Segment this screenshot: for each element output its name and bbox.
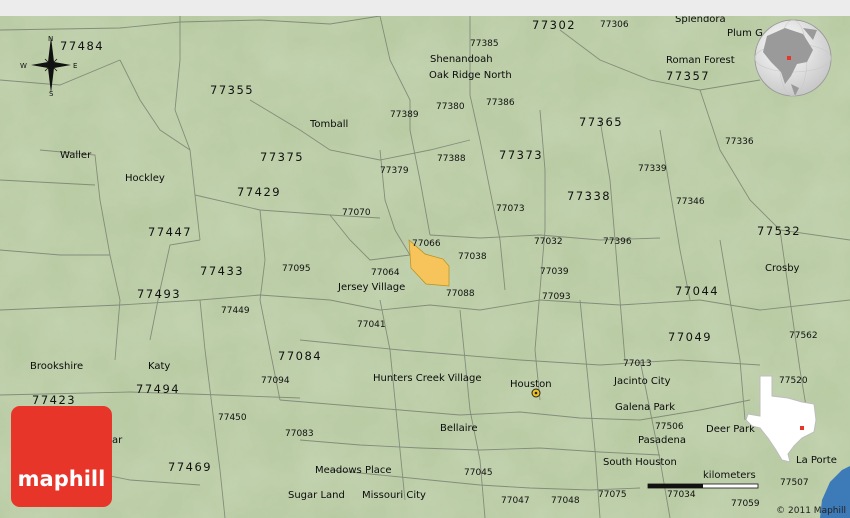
texas-location-marker — [800, 426, 804, 430]
city-label: Bellaire — [440, 423, 478, 434]
zip-label: 77088 — [446, 289, 475, 299]
city-marker-houston — [531, 388, 541, 398]
zip-label: 77520 — [779, 376, 808, 386]
compass-e: E — [73, 62, 77, 70]
zip-label: 77075 — [598, 490, 627, 500]
zip-label: 77066 — [412, 239, 441, 249]
city-label: Waller — [60, 150, 92, 161]
zip-label: 77433 — [200, 264, 244, 278]
zip-label: 77336 — [725, 137, 754, 147]
city-label: Jersey Village — [337, 282, 405, 293]
zip-label: 77302 — [532, 18, 576, 32]
zip-label: 77388 — [437, 154, 466, 164]
zip-label: 77045 — [464, 468, 493, 478]
city-label: Missouri City — [362, 490, 426, 501]
zip-label: 77339 — [638, 164, 667, 174]
zip-label: 77450 — [218, 413, 247, 423]
zip-label: 77048 — [551, 496, 580, 506]
zip-label: 77494 — [136, 382, 180, 396]
city-label: Brookshire — [30, 361, 83, 372]
zip-label: 77385 — [470, 39, 499, 49]
zip-label: 77059 — [731, 499, 760, 509]
city-label: Jacinto City — [613, 376, 671, 387]
zip-label: 77484 — [60, 39, 104, 53]
city-label: La Porte — [796, 455, 837, 466]
city-label: Pasadena — [638, 435, 686, 446]
city-label: Galena Park — [615, 402, 675, 413]
zip-label: 77532 — [757, 224, 801, 238]
zip-label: 77034 — [667, 490, 696, 500]
city-label: ar — [112, 435, 123, 446]
zip-label: 77429 — [237, 185, 281, 199]
zip-label: 77396 — [603, 237, 632, 247]
maphill-logo[interactable]: maphill — [11, 406, 112, 507]
zip-label: 77365 — [579, 115, 623, 129]
zip-label: 77049 — [668, 330, 712, 344]
zip-label: 77093 — [542, 292, 571, 302]
city-label: Shenandoah — [430, 54, 493, 65]
zip-label: 77493 — [137, 287, 181, 301]
zip-label: 77562 — [789, 331, 818, 341]
zip-label: 77032 — [534, 237, 563, 247]
zip-label: 77389 — [390, 110, 419, 120]
globe-inset — [754, 19, 832, 97]
city-label: Sugar Land — [288, 490, 345, 501]
zip-label: 77469 — [168, 460, 212, 474]
city-label: Houston — [510, 379, 552, 390]
city-label: Meadows Place — [315, 465, 392, 476]
city-label: Tomball — [309, 119, 348, 130]
city-label: Katy — [148, 361, 170, 372]
city-label: Deer Park — [706, 424, 755, 435]
zip-label: 77346 — [676, 197, 705, 207]
zip-label: 77094 — [261, 376, 290, 386]
zip-label: 77013 — [623, 359, 652, 369]
zip-label: 77047 — [501, 496, 530, 506]
top-strip — [0, 0, 850, 16]
zip-label: 77373 — [499, 148, 543, 162]
logo-text: maphill — [17, 467, 106, 491]
scale-bar — [647, 483, 759, 489]
city-label: Hockley — [125, 173, 165, 184]
zip-label: 77423 — [32, 393, 76, 407]
zip-label: 77044 — [675, 284, 719, 298]
zip-label: 77041 — [357, 320, 386, 330]
zip-label: 77038 — [458, 252, 487, 262]
zip-label: 77357 — [666, 69, 710, 83]
zip-label: 77338 — [567, 189, 611, 203]
map-svg: 77484 77355 77375 77429 77447 77433 7749… — [0, 0, 850, 518]
zip-label: 77070 — [342, 208, 371, 218]
zip-label: 77306 — [600, 20, 629, 30]
zip-label: 77386 — [486, 98, 515, 108]
city-label: Oak Ridge North — [429, 70, 512, 81]
city-label: Crosby — [765, 263, 800, 274]
compass-n: N — [48, 35, 53, 43]
city-label: South Houston — [603, 457, 677, 468]
city-label: Roman Forest — [666, 55, 735, 66]
zip-label: 77507 — [780, 478, 809, 488]
compass-w: W — [20, 62, 27, 70]
zip-label: 77379 — [380, 166, 409, 176]
map-canvas[interactable]: 77484 77355 77375 77429 77447 77433 7749… — [0, 0, 850, 518]
copyright-notice: © 2011 Maphill — [776, 506, 846, 516]
zip-label: 77073 — [496, 204, 525, 214]
globe-location-marker — [787, 56, 791, 60]
compass-s: S — [49, 90, 54, 98]
zip-label: 77095 — [282, 264, 311, 274]
zip-label: 77355 — [210, 83, 254, 97]
zip-label: 77083 — [285, 429, 314, 439]
zip-label: 77375 — [260, 150, 304, 164]
city-label: Plum G — [727, 28, 763, 39]
zip-label: 77039 — [540, 267, 569, 277]
zip-label: 77449 — [221, 306, 250, 316]
city-label: Hunters Creek Village — [373, 373, 482, 384]
zip-label: 77064 — [371, 268, 400, 278]
zip-label: 77447 — [148, 225, 192, 239]
scale-label: kilometers — [703, 470, 756, 481]
zip-label: 77084 — [278, 349, 322, 363]
zip-label: 77380 — [436, 102, 465, 112]
zip-label: 77506 — [655, 422, 684, 432]
